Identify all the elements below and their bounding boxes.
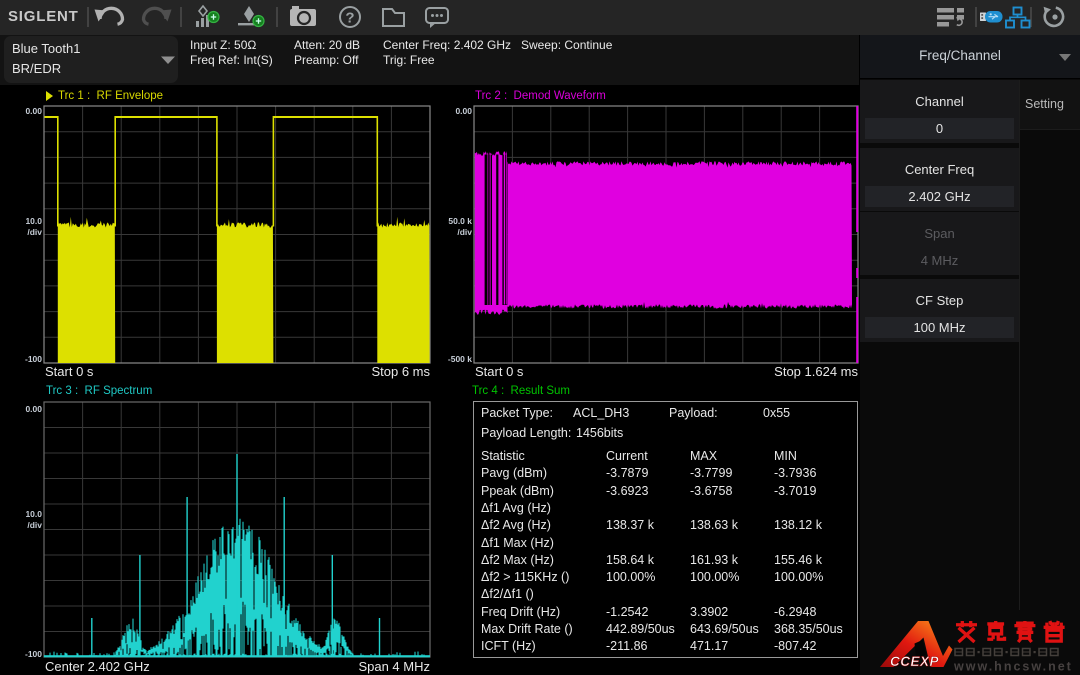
svg-text:CCEXP: CCEXP: [890, 654, 940, 669]
svg-text:www.hncsw.net: www.hncsw.net: [953, 660, 1073, 674]
